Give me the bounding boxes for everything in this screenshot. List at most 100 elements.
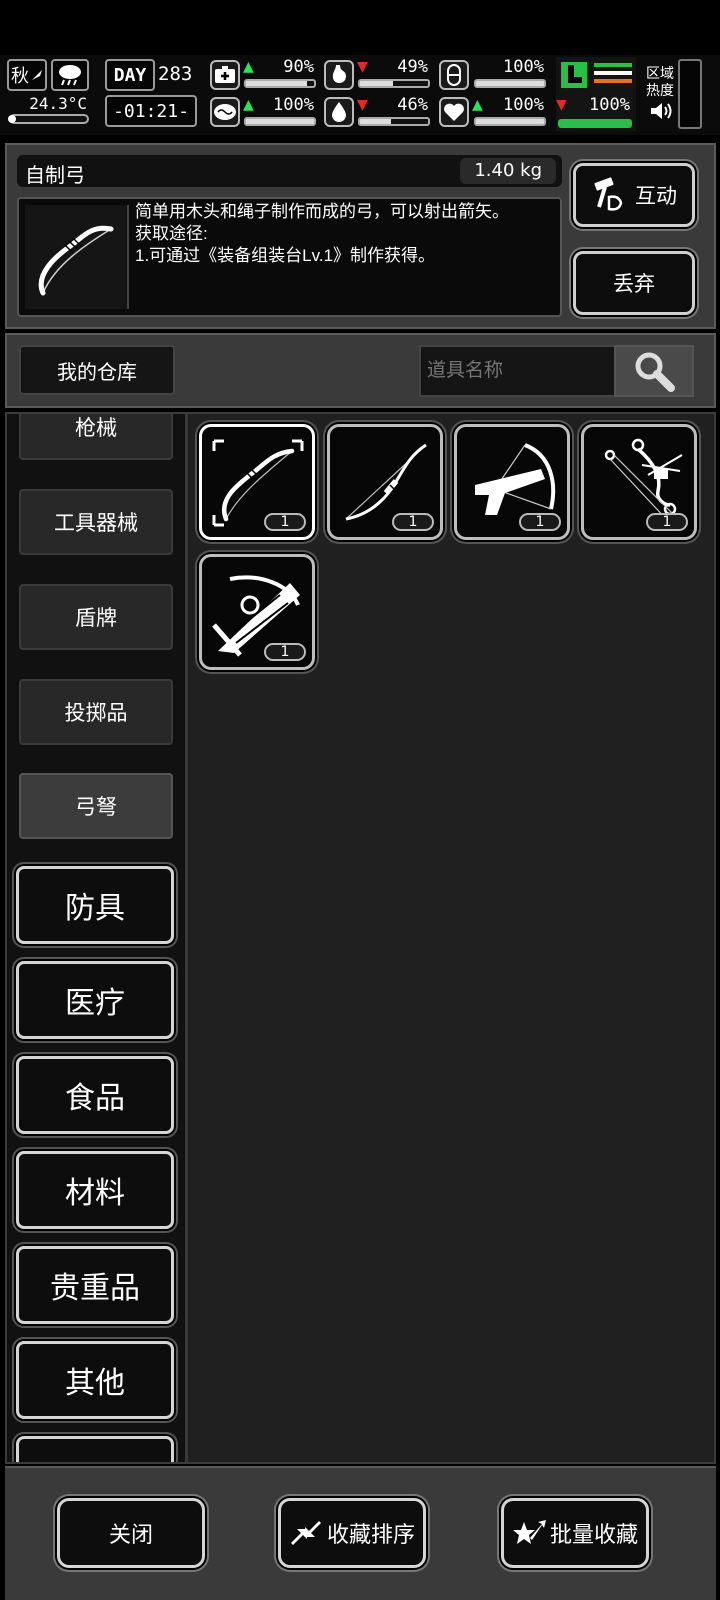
discard-label: 丢弃 bbox=[613, 273, 655, 296]
category-label: 防具 bbox=[65, 892, 125, 925]
stamina-bar bbox=[474, 117, 546, 126]
region-heat-label: 区域 热度 bbox=[646, 65, 674, 98]
interact-label: 互动 bbox=[635, 185, 677, 208]
weather-badge bbox=[51, 59, 89, 91]
stomach-icon bbox=[324, 60, 354, 90]
recurve-bow-icon bbox=[38, 225, 114, 296]
health-value: 90% bbox=[283, 57, 314, 77]
category-sidebar[interactable]: 枪械 工具器械 盾牌 投掷品 弓弩 防具 医疗 食品 材料 贵重品 其他 bbox=[7, 414, 188, 1462]
water-drop-icon bbox=[324, 97, 354, 127]
search-icon bbox=[635, 352, 675, 392]
category-medical[interactable]: 医疗 bbox=[16, 961, 174, 1039]
close-label: 关闭 bbox=[108, 1522, 153, 1547]
season-badge: 秋 bbox=[7, 59, 47, 91]
heart-icon bbox=[439, 97, 469, 127]
item-search-input[interactable] bbox=[419, 345, 615, 397]
item-quantity: 1 bbox=[519, 513, 561, 531]
sub-category-label: 盾牌 bbox=[75, 607, 117, 630]
item-quantity: 1 bbox=[264, 513, 306, 531]
health-bar bbox=[244, 79, 316, 88]
rain-cloud-icon bbox=[59, 65, 81, 86]
item-weight: 1.40 kg bbox=[460, 158, 556, 184]
item-slot[interactable]: 1 bbox=[199, 554, 315, 670]
item-name-bar: 自制弓 1.40 kg bbox=[17, 155, 562, 187]
category-armor[interactable]: 防具 bbox=[16, 866, 174, 944]
sanity-bar bbox=[474, 79, 546, 88]
movement-panel: ▼ 100% bbox=[556, 57, 636, 131]
clock-value: -01:21- bbox=[113, 100, 189, 122]
temperature-value: 24.3°C bbox=[29, 94, 87, 113]
hammer-hand-icon bbox=[594, 177, 623, 211]
batch-favorite-label: 批量收藏 bbox=[549, 1522, 638, 1547]
thirst-value: 46% bbox=[397, 95, 428, 115]
category-partial[interactable] bbox=[16, 1436, 174, 1462]
category-materials[interactable]: 材料 bbox=[16, 1151, 174, 1229]
search-button[interactable] bbox=[614, 345, 694, 397]
category-other[interactable]: 其他 bbox=[16, 1341, 174, 1419]
item-detail-panel: 自制弓 1.40 kg 简单用木头和绳子制作而成的弓，可以射出箭矢。 获取途径:… bbox=[5, 143, 716, 329]
discard-button[interactable]: 丢弃 bbox=[573, 251, 695, 315]
sub-category-label: 弓弩 bbox=[75, 796, 117, 819]
day-label: DAY bbox=[113, 64, 147, 86]
category-label: 其他 bbox=[65, 1367, 125, 1400]
thirst-bar bbox=[358, 117, 430, 126]
hunger-value: 49% bbox=[397, 57, 428, 77]
sub-category-throwables[interactable]: 投掷品 bbox=[19, 679, 173, 745]
sub-category-bows[interactable]: 弓弩 bbox=[19, 773, 173, 839]
item-grid: 1 1 1 1 1 bbox=[188, 414, 714, 1462]
inventory-panel: 枪械 工具器械 盾牌 投掷品 弓弩 防具 医疗 食品 材料 贵重品 其他 1 1… bbox=[5, 412, 716, 1464]
region-heat-meter bbox=[678, 59, 702, 129]
category-label: 材料 bbox=[65, 1177, 125, 1210]
sort-favorites-label: 收藏排序 bbox=[326, 1522, 415, 1547]
clock-badge: -01:21- bbox=[105, 95, 197, 127]
item-quantity: 1 bbox=[264, 643, 306, 661]
movement-bar bbox=[558, 119, 632, 128]
category-valuables[interactable]: 贵重品 bbox=[16, 1246, 174, 1324]
close-button[interactable]: 关闭 bbox=[57, 1498, 205, 1568]
item-description-box: 简单用木头和绳子制作而成的弓，可以射出箭矢。 获取途径: 1.可通过《装备组装台… bbox=[17, 197, 562, 317]
season-label: 秋 bbox=[11, 66, 29, 86]
category-food[interactable]: 食品 bbox=[16, 1056, 174, 1134]
day-badge: DAY bbox=[105, 59, 155, 91]
sub-category-label: 投掷品 bbox=[64, 702, 128, 725]
movement-value: 100% bbox=[589, 95, 630, 115]
interact-button[interactable]: 互动 bbox=[573, 163, 695, 227]
item-quantity: 1 bbox=[646, 513, 688, 531]
sort-favorites-button[interactable]: 收藏排序 bbox=[278, 1498, 426, 1568]
sub-category-shields[interactable]: 盾牌 bbox=[19, 584, 173, 650]
item-slot[interactable]: 1 bbox=[199, 424, 315, 540]
swap-arrows-icon bbox=[290, 1521, 321, 1545]
item-slot[interactable]: 1 bbox=[327, 424, 443, 540]
item-slot[interactable]: 1 bbox=[454, 424, 570, 540]
pill-icon bbox=[439, 60, 469, 90]
thermometer-icon bbox=[8, 114, 89, 124]
brain-icon bbox=[210, 97, 240, 127]
stamina-value: 100% bbox=[503, 95, 544, 115]
star-arrow-icon bbox=[512, 1520, 546, 1544]
sub-category-label: 枪械 bbox=[75, 417, 117, 440]
day-number: 283 bbox=[158, 63, 193, 85]
item-description: 简单用木头和绳子制作而成的弓，可以射出箭矢。 获取途径: 1.可通过《装备组装台… bbox=[135, 202, 509, 265]
sanity-value: 100% bbox=[503, 57, 544, 77]
warehouse-title[interactable]: 我的仓库 bbox=[19, 345, 175, 395]
mood-bar bbox=[244, 117, 316, 126]
hunger-bar bbox=[358, 79, 430, 88]
mood-value: 100% bbox=[273, 95, 314, 115]
warehouse-bar: 我的仓库 bbox=[5, 333, 716, 408]
speaker-icon[interactable] bbox=[649, 101, 673, 121]
category-label: 医疗 bbox=[65, 987, 125, 1020]
temperature-readout: 24.3°C bbox=[7, 94, 91, 128]
item-quantity: 1 bbox=[392, 513, 434, 531]
item-name: 自制弓 bbox=[25, 165, 85, 187]
leaf-icon bbox=[32, 70, 42, 80]
status-hud: 秋 24.3°C DAY 283 -01:21- ▲ 90% ▼ 49% 100… bbox=[0, 55, 720, 135]
batch-favorite-button[interactable]: 批量收藏 bbox=[501, 1498, 649, 1568]
bottom-action-bar: 关闭 收藏排序 批量收藏 bbox=[5, 1466, 716, 1600]
sub-category-firearms[interactable]: 枪械 bbox=[19, 414, 173, 460]
warehouse-title-label: 我的仓库 bbox=[57, 361, 137, 384]
category-label: 食品 bbox=[65, 1082, 125, 1115]
sub-category-tools[interactable]: 工具器械 bbox=[19, 489, 173, 555]
boot-icon bbox=[561, 62, 587, 88]
item-slot[interactable]: 1 bbox=[581, 424, 697, 540]
medkit-icon bbox=[210, 60, 240, 90]
